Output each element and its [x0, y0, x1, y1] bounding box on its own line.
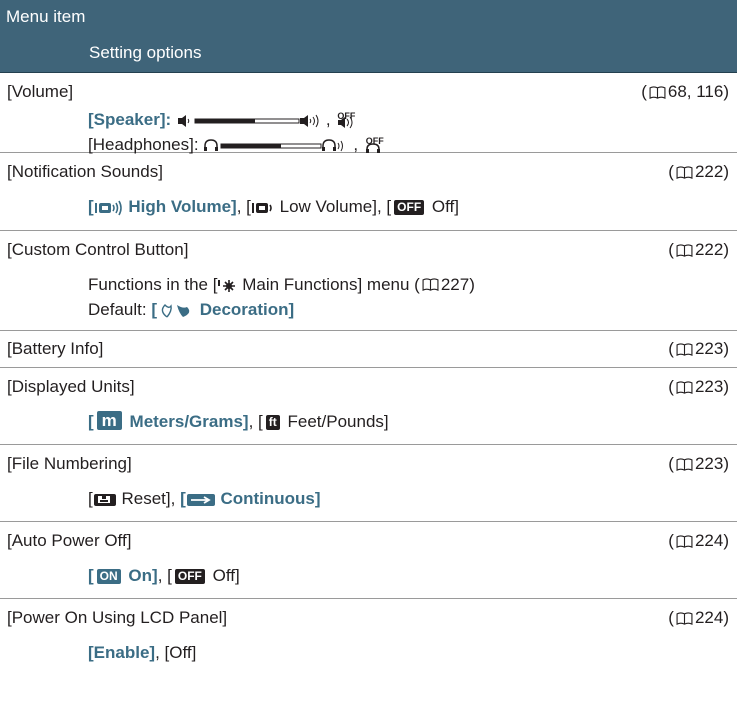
- row-title: [File Numbering]: [7, 454, 132, 473]
- default-value-label: Decoration]: [199, 300, 295, 319]
- book-reference-icon: [676, 166, 693, 179]
- book-reference-icon: [422, 278, 439, 291]
- ref-pages: 222: [694, 240, 724, 259]
- row-volume: [Volume] (68, 116) [Speaker]: , OFF [Hea…: [0, 73, 737, 154]
- option-continuous: [ Continuous]: [180, 489, 321, 508]
- row-title: [Auto Power Off]: [7, 531, 132, 550]
- reset-icon: [93, 493, 116, 506]
- speaker-low-icon: [177, 114, 190, 127]
- ref-pages: 224: [694, 531, 724, 550]
- row-auto-power-off: [Auto Power Off] (224) [ON On], [OFF Off…: [0, 522, 737, 599]
- low-volume-icon: [251, 202, 272, 213]
- speaker-line: [Speaker]: , OFF: [88, 107, 737, 132]
- row-title: [Volume]: [7, 82, 74, 101]
- row-battery-info: [Battery Info] (223): [0, 331, 737, 368]
- default-line: Default: [ Decoration]: [88, 297, 737, 322]
- speaker-high-icon: [299, 114, 319, 127]
- functions-post: ): [469, 275, 475, 294]
- page-reference: (222): [668, 162, 729, 181]
- headphones-high-icon: [322, 138, 344, 151]
- page-reference: (223): [668, 454, 729, 473]
- page-reference: (222): [668, 240, 729, 259]
- book-reference-icon: [649, 86, 666, 99]
- separator: ,: [325, 110, 331, 129]
- header-menu-item-label: Menu item: [6, 7, 86, 26]
- separator: ,: [353, 135, 359, 154]
- header-menu-item: Menu item: [0, 0, 737, 34]
- page-reference: (223): [668, 339, 729, 358]
- row-file-numbering: [File Numbering] (223) [ Reset], [ Conti…: [0, 445, 737, 522]
- functions-pre: Functions in the [: [88, 275, 218, 294]
- row-title: [Power On Using LCD Panel]: [7, 608, 228, 627]
- book-reference-icon: [676, 343, 693, 356]
- book-reference-icon: [676, 612, 693, 625]
- row-power-on-using-lcd-panel: [Power On Using LCD Panel] (224) [Enable…: [7, 608, 729, 662]
- meters-mark-icon: m: [96, 411, 122, 430]
- ref-pages: 223: [694, 454, 724, 473]
- high-volume-icon: [94, 200, 122, 215]
- option-high-volume: [ High Volume]: [88, 197, 237, 216]
- headphones-label: [Headphones]:: [88, 135, 199, 154]
- page-reference: (224): [668, 531, 729, 550]
- functions-name: Main Functions] menu (: [242, 275, 420, 294]
- header-setting-options-label: Setting options: [89, 43, 202, 62]
- main-functions-icon: [218, 279, 236, 292]
- page-reference: (68, 116): [641, 82, 729, 101]
- speaker-volume-slider: [177, 114, 319, 127]
- book-reference-icon: [676, 381, 693, 394]
- row-title: [Displayed Units]: [7, 377, 135, 396]
- row-displayed-units: [Displayed Units] (223) [m Meters/Grams]…: [0, 368, 737, 445]
- option-enable-label: [Enable]: [88, 643, 156, 662]
- page-reference: (223): [668, 377, 729, 396]
- option-meters-grams: [m Meters/Grams]: [88, 411, 249, 431]
- option-off-label: Off: [212, 566, 235, 585]
- book-reference-icon: [676, 244, 693, 257]
- option-continuous-label: Continuous: [220, 489, 315, 508]
- option-off-label: Off: [431, 197, 455, 216]
- book-reference-icon: [676, 535, 693, 548]
- row-notification-sounds: [Notification Sounds] (222) [ High Volum…: [0, 153, 737, 231]
- row-custom-control-button: [Custom Control Button] (222) Functions …: [0, 231, 737, 331]
- ref-pages: 224: [694, 608, 724, 627]
- speaker-off-icon: OFF: [335, 108, 359, 129]
- option-low-volume-label: Low Volume: [279, 197, 373, 216]
- on-mark-icon: ON: [96, 569, 121, 584]
- option-high-volume-label: High Volume: [128, 197, 232, 216]
- row-title: [Battery Info]: [7, 339, 104, 358]
- functions-line: Functions in the [ Main Functions] menu …: [88, 272, 737, 297]
- option-off-label: [Off]: [164, 643, 197, 662]
- default-value: [ Decoration]: [151, 300, 295, 319]
- headphones-low-icon: [204, 138, 219, 151]
- header-setting-options: Setting options: [0, 34, 737, 73]
- ref-pages: 222: [694, 162, 724, 181]
- off-mark-icon: OFF: [394, 200, 425, 215]
- headphones-off-icon: OFF: [363, 133, 387, 153]
- option-reset-label: Reset: [121, 489, 166, 508]
- ref-pages: 223: [694, 377, 724, 396]
- option-meters-grams-label: Meters/Grams: [129, 412, 243, 431]
- ref-pages: 223: [694, 339, 724, 358]
- feet-mark-icon: ft: [265, 415, 280, 430]
- book-reference-icon: [676, 458, 693, 471]
- option-feet-pounds-label: Feet/Pounds: [287, 412, 384, 431]
- headphones-volume-slider: [204, 138, 344, 151]
- row-title: [Notification Sounds]: [7, 162, 163, 181]
- row-title: [Custom Control Button]: [7, 240, 189, 259]
- functions-ref: 227: [440, 275, 470, 294]
- decoration-icon: [161, 303, 190, 318]
- speaker-label: [Speaker]:: [88, 110, 172, 129]
- default-label: Default:: [88, 300, 147, 319]
- ref-pages: 68, 116: [667, 82, 724, 101]
- off-mark-icon: OFF: [174, 569, 205, 584]
- option-on: [ON On]: [88, 566, 158, 585]
- option-on-label: On: [128, 566, 153, 585]
- continuous-icon: [186, 493, 215, 506]
- page-reference: (224): [668, 608, 729, 627]
